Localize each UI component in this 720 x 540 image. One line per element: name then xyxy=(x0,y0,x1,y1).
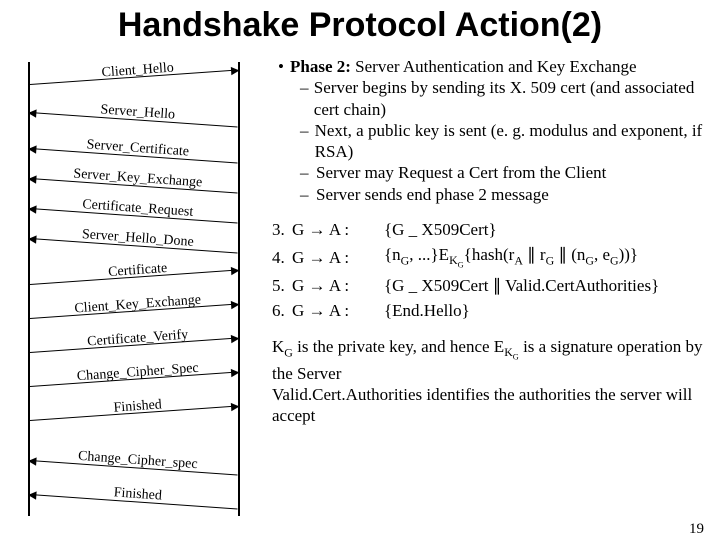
page-number: 19 xyxy=(689,521,704,538)
phase-heading: • Phase 2: Server Authentication and Key… xyxy=(272,56,708,77)
msg-label: Server_Hello xyxy=(37,98,238,128)
phase-item: –Server sends end phase 2 message xyxy=(300,184,708,205)
msg-label: Certificate xyxy=(37,256,238,286)
formula-row: 4.G → A :{nG, ...}EKG{hash(rA ∥ rG ∥ (nG… xyxy=(272,244,708,271)
msg-label: Server_Certificate xyxy=(37,134,238,164)
msg-label: Server_Key_Exchange xyxy=(37,164,238,194)
msg-label: Certificate_Request xyxy=(37,194,238,224)
footnote: KG is the private key, and hence EKG is … xyxy=(272,336,708,427)
msg-label: Change_Cipher_spec xyxy=(37,446,238,476)
lifeline-client xyxy=(28,62,30,516)
msg-label: Client_Hello xyxy=(37,56,238,86)
slide-title: Handshake Protocol Action(2) xyxy=(0,6,720,45)
formula-row: 6.G → A :{End.Hello} xyxy=(272,300,708,321)
msg-label: Certificate_Verify xyxy=(37,324,238,354)
msg-label: Server_Hello_Done xyxy=(37,224,238,254)
msg-label: Finished xyxy=(37,392,238,422)
msg-label: Finished xyxy=(37,480,238,510)
phase-item: –Server may Request a Cert from the Clie… xyxy=(300,162,708,183)
formula-row: 3.G → A :{G _ X509Cert} xyxy=(272,219,708,240)
msg-label: Change_Cipher_Spec xyxy=(37,358,238,388)
msg-label: Client_Key_Exchange xyxy=(37,290,238,320)
phase-item: –Server begins by sending its X. 509 cer… xyxy=(300,77,708,120)
sequence-diagram: ▶Client_Hello◀Server_Hello◀Server_Certif… xyxy=(8,56,258,526)
lifeline-server xyxy=(238,62,240,516)
phase-item: –Next, a public key is sent (e. g. modul… xyxy=(300,120,708,163)
formula-row: 5.G → A :{G _ X509Cert ∥ Valid.CertAutho… xyxy=(272,275,708,296)
formula-block: 3.G → A :{G _ X509Cert} 4.G → A :{nG, ...… xyxy=(272,219,708,322)
